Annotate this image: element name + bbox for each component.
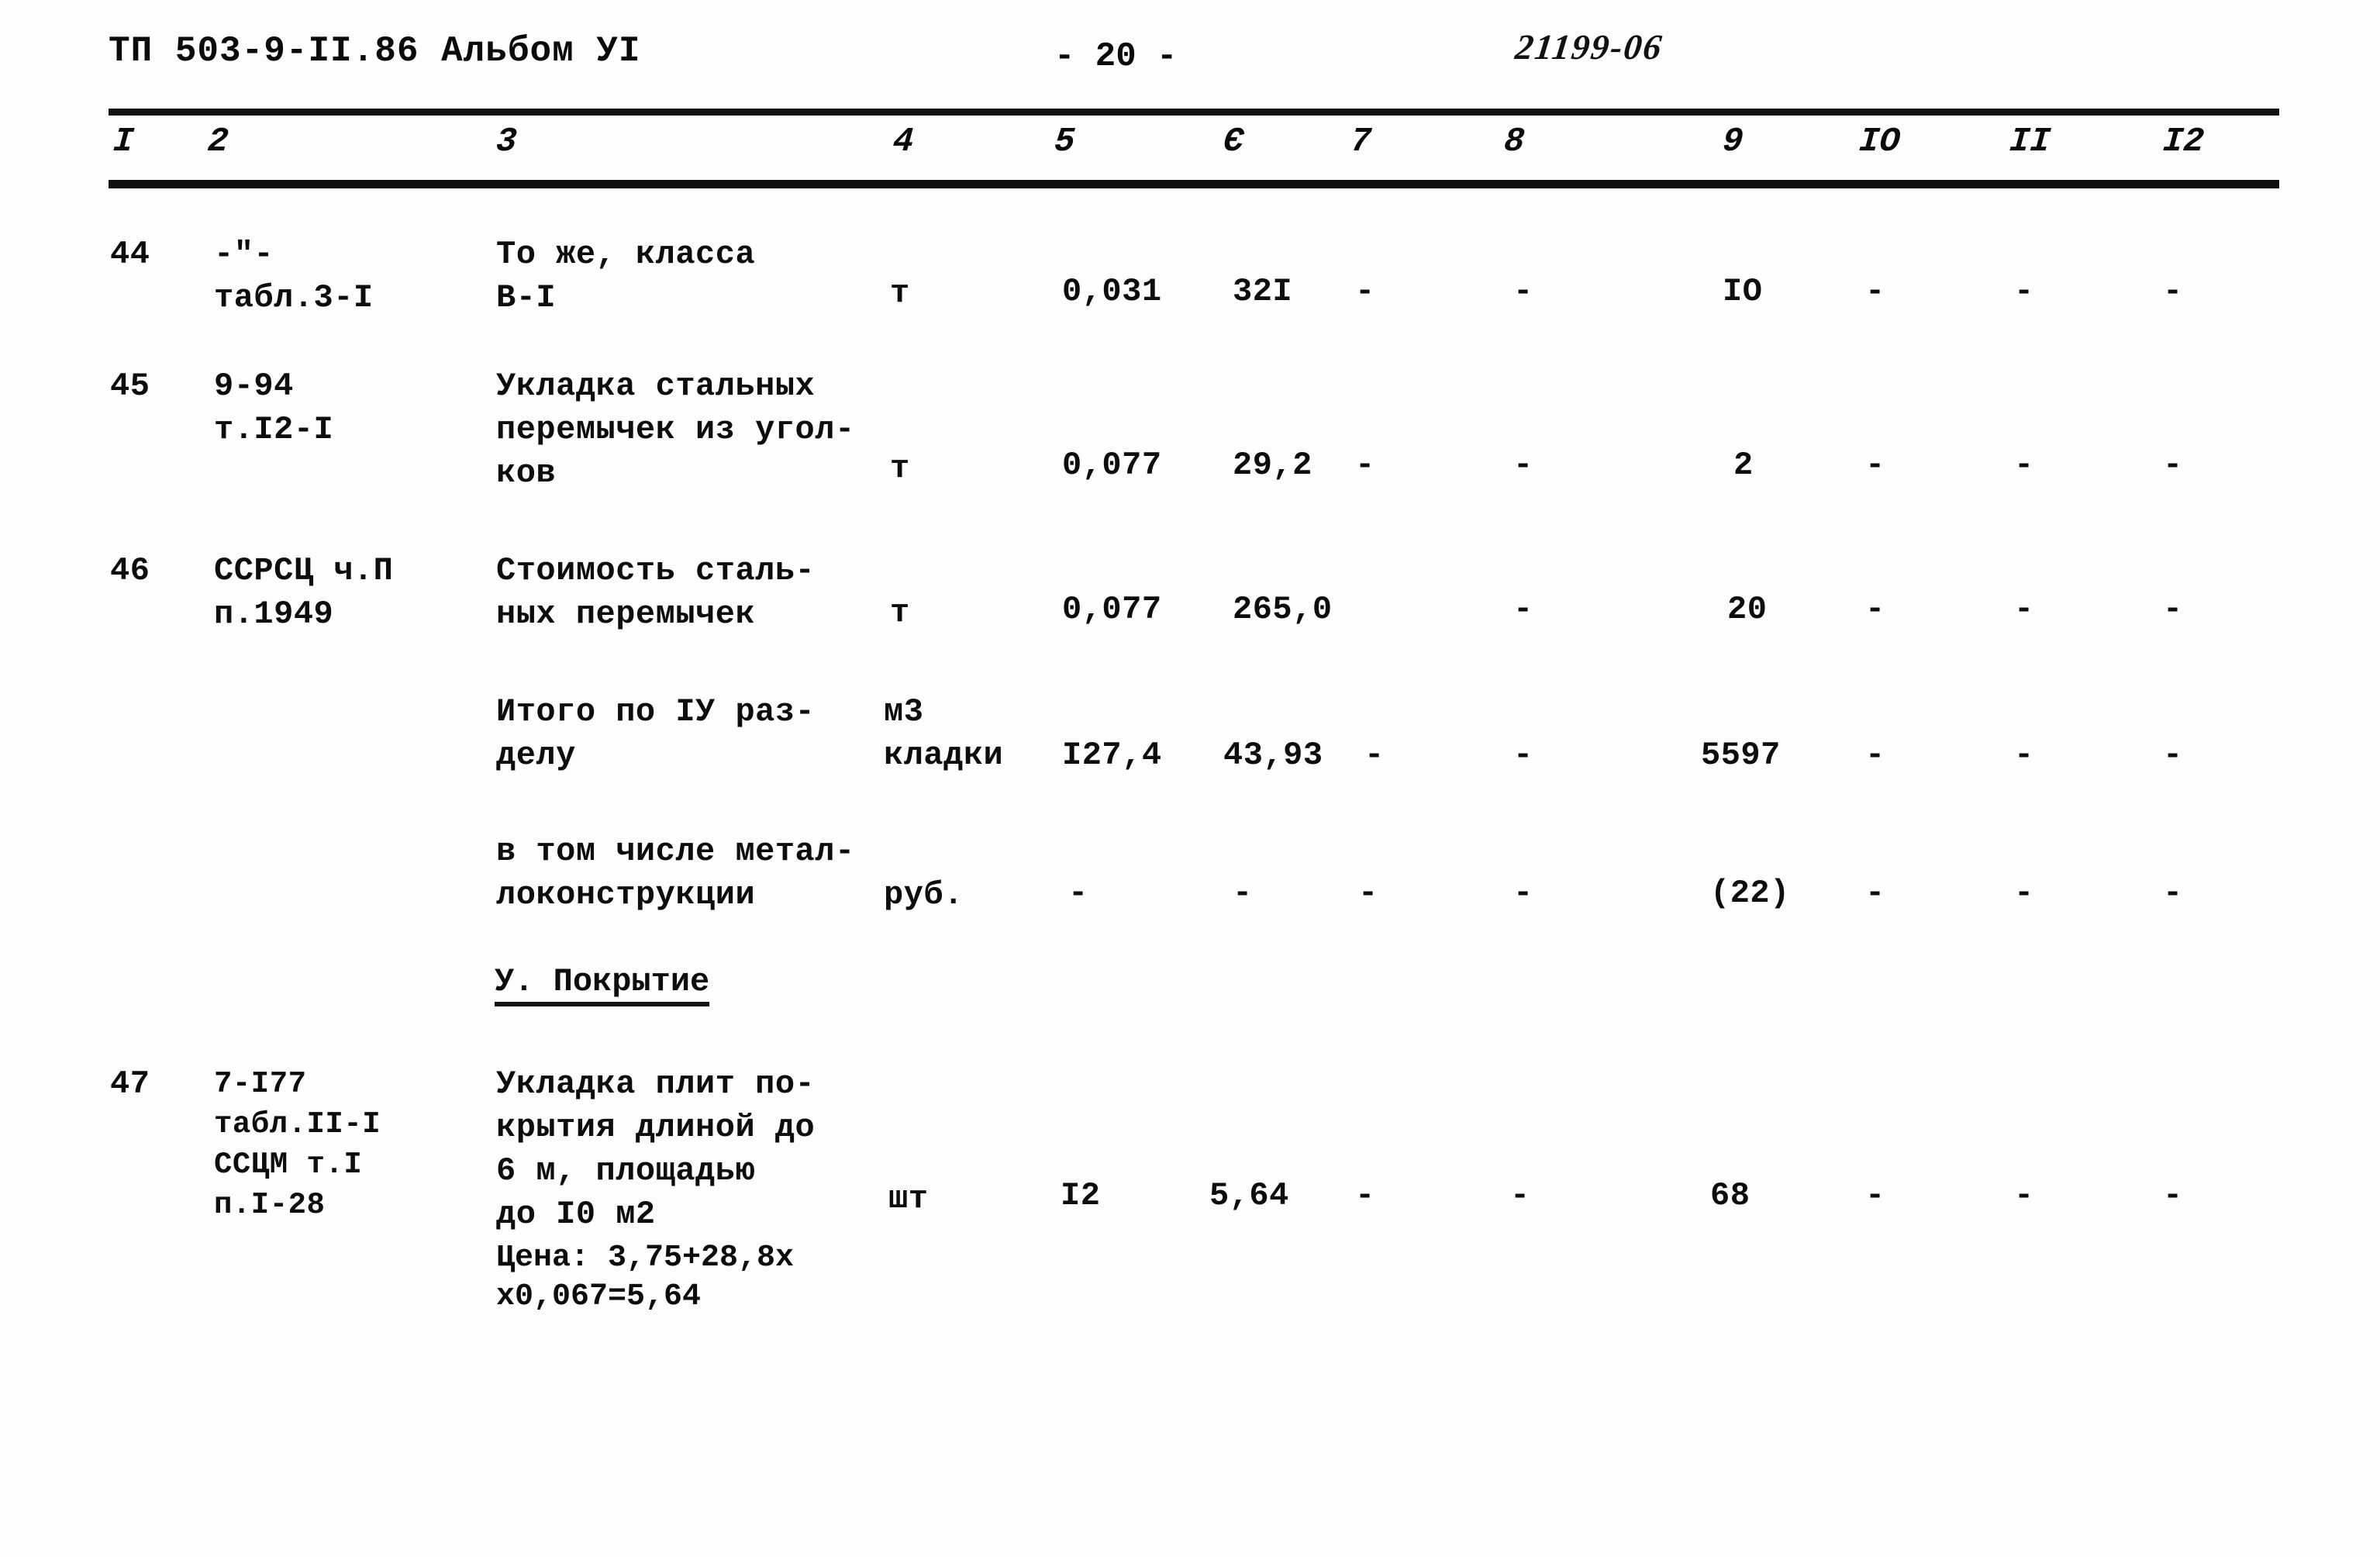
row-col9: 20 bbox=[1727, 591, 1768, 628]
row-col6: 29,2 bbox=[1233, 447, 1312, 484]
row-unit: т bbox=[890, 594, 910, 631]
row-col11: - bbox=[2014, 591, 2034, 628]
row-col6: 5,64 bbox=[1209, 1177, 1289, 1214]
row-col11: - bbox=[2014, 447, 2034, 484]
row-col9: 5597 bbox=[1701, 737, 1781, 774]
row-col12: - bbox=[2163, 273, 2183, 310]
row-col8: - bbox=[1513, 737, 1533, 774]
row-col6: - bbox=[1233, 875, 1253, 912]
column-header-11: II bbox=[2008, 123, 2052, 161]
row-col12: - bbox=[2163, 737, 2183, 774]
column-header-7: 7 bbox=[1349, 123, 1373, 161]
row-col6: 265,0 bbox=[1233, 591, 1333, 628]
section-heading: У. Покрытие bbox=[495, 963, 710, 1006]
row-col5: 0,077 bbox=[1062, 447, 1162, 484]
row-description: Укладка стальных перемычек из угол- ков bbox=[496, 368, 855, 492]
column-header-1: I bbox=[112, 123, 136, 161]
row-col10: - bbox=[1865, 737, 1885, 774]
row-col11: - bbox=[2014, 875, 2034, 912]
column-header-8: 8 bbox=[1502, 123, 1526, 161]
row-col7: - bbox=[1355, 1177, 1375, 1214]
column-header-5: 5 bbox=[1053, 123, 1077, 161]
row-col9: 68 bbox=[1710, 1177, 1751, 1214]
row-col8: - bbox=[1513, 447, 1533, 484]
row-unit: шт bbox=[888, 1180, 929, 1217]
row-description: в том числе метал- локонструкции bbox=[496, 833, 855, 913]
row-col11: - bbox=[2014, 1177, 2034, 1214]
column-header-3: 3 bbox=[495, 123, 519, 161]
row-col8: - bbox=[1513, 273, 1533, 310]
row-code: 7-I77 табл.II-I ССЦМ т.I п.I-28 bbox=[214, 1067, 381, 1222]
row-description: Укладка плит по- крытия длиной до 6 м, п… bbox=[496, 1065, 816, 1233]
row-col7: - bbox=[1358, 875, 1378, 912]
column-header-4: 4 bbox=[892, 123, 916, 161]
row-col10: - bbox=[1865, 875, 1885, 912]
row-col12: - bbox=[2163, 447, 2183, 484]
table-row: 45 bbox=[110, 368, 150, 405]
row-col9: 2 bbox=[1733, 447, 1754, 484]
row-col7: - bbox=[1355, 447, 1375, 484]
row-col10: - bbox=[1865, 447, 1885, 484]
row-col5: 0,031 bbox=[1062, 273, 1162, 310]
table-row: 46 bbox=[110, 552, 150, 589]
row-code: -"- табл.3-I bbox=[214, 236, 374, 316]
row-col12: - bbox=[2163, 1177, 2183, 1214]
row-col5: - bbox=[1068, 875, 1088, 912]
table-top-rule bbox=[109, 109, 2279, 116]
row-col10: - bbox=[1865, 1177, 1885, 1214]
table-row: 44 bbox=[110, 236, 150, 273]
row-col5: I2 bbox=[1061, 1177, 1101, 1214]
column-header-6: Є bbox=[1222, 123, 1246, 161]
row-description: Стоимость сталь- ных перемычек bbox=[496, 552, 816, 633]
row-description: То же, класса В-I bbox=[496, 236, 756, 316]
row-col8: - bbox=[1513, 591, 1533, 628]
row-col10: - bbox=[1865, 591, 1885, 628]
row-unit: т bbox=[890, 450, 910, 487]
table-header-bottom-rule bbox=[109, 180, 2279, 188]
column-header-12: I2 bbox=[2161, 123, 2206, 161]
row-code: ССРСЦ ч.П п.1949 bbox=[214, 552, 394, 633]
row-col11: - bbox=[2014, 737, 2034, 774]
row-col9: IO bbox=[1723, 273, 1763, 310]
price-calculation-note: Цена: 3,75+28,8х х0,067=5,64 bbox=[496, 1241, 795, 1314]
row-col12: - bbox=[2163, 875, 2183, 912]
table-row: 47 bbox=[110, 1065, 150, 1103]
row-col5: I27,4 bbox=[1062, 737, 1162, 774]
page-number: - 20 - bbox=[1054, 37, 1178, 76]
column-header-9: 9 bbox=[1721, 123, 1745, 161]
row-col11: - bbox=[2014, 273, 2034, 310]
column-header-10: IO bbox=[1857, 123, 1902, 161]
row-col6: 43,93 bbox=[1223, 737, 1323, 774]
document-page: ТП 503-9-II.86 Альбом УI - 20 - 21199-06… bbox=[0, 0, 2380, 1557]
row-col7: - bbox=[1355, 273, 1375, 310]
row-unit: м3 кладки bbox=[884, 693, 1004, 774]
archive-stamp: 21199-06 bbox=[1513, 27, 1665, 67]
document-header-title: ТП 503-9-II.86 Альбом УI bbox=[109, 31, 641, 71]
row-col9: (22) bbox=[1710, 875, 1790, 912]
row-col7: - bbox=[1364, 737, 1385, 774]
row-unit: т bbox=[890, 274, 910, 312]
row-col8: - bbox=[1510, 1177, 1530, 1214]
row-col8: - bbox=[1513, 875, 1533, 912]
row-col5: 0,077 bbox=[1062, 591, 1162, 628]
row-col10: - bbox=[1865, 273, 1885, 310]
row-col6: 32I bbox=[1233, 273, 1293, 310]
column-header-2: 2 bbox=[206, 123, 230, 161]
row-col12: - bbox=[2163, 591, 2183, 628]
row-unit: руб. bbox=[884, 876, 964, 913]
row-code: 9-94 т.I2-I bbox=[214, 368, 334, 448]
row-description: Итого по IУ раз- делу bbox=[496, 693, 816, 774]
